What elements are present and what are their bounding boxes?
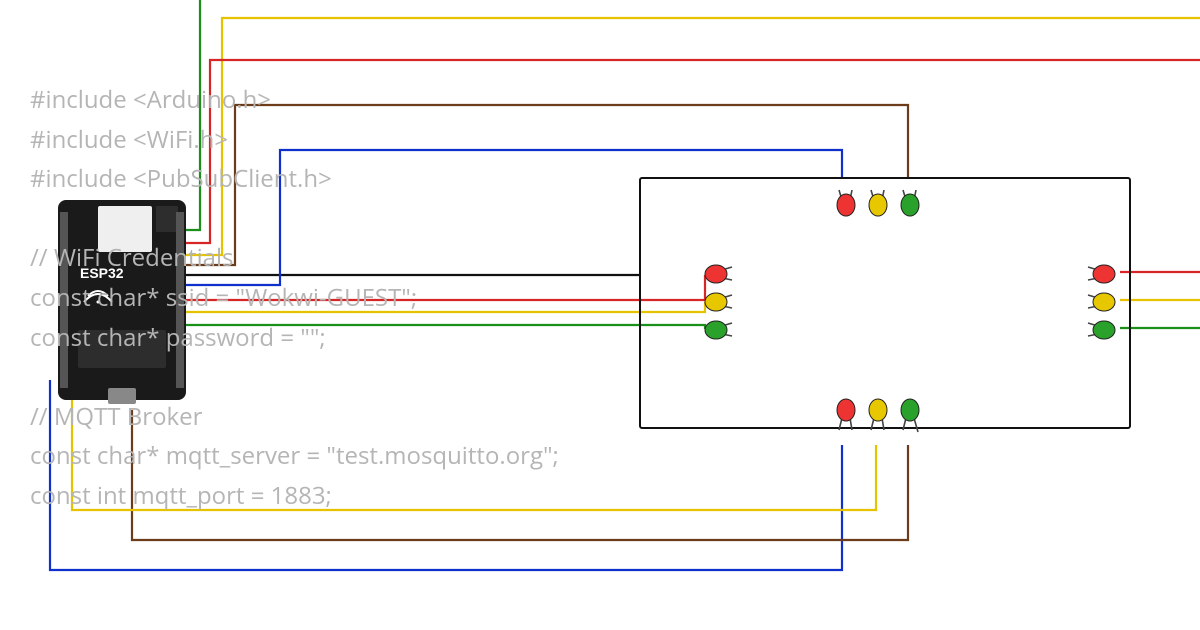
led-right-green[interactable] xyxy=(1088,321,1115,339)
schematic-canvas[interactable]: ESP32 xyxy=(0,0,1200,630)
led-top-green[interactable] xyxy=(901,190,919,216)
led-left-yellow[interactable] xyxy=(705,293,732,311)
led-left-green[interactable] xyxy=(705,321,732,339)
led-top-yellow[interactable] xyxy=(869,190,887,216)
esp32-board[interactable]: ESP32 xyxy=(58,200,186,404)
led-bottom-red[interactable] xyxy=(837,399,855,430)
led-left-red[interactable] xyxy=(705,265,732,283)
board-label: ESP32 xyxy=(80,265,124,281)
led-right-red[interactable] xyxy=(1088,265,1115,283)
led-bottom-yellow[interactable] xyxy=(869,399,887,430)
led-top-red[interactable] xyxy=(837,190,855,216)
wiring-svg: ESP32 xyxy=(0,0,1200,630)
led-right-yellow[interactable] xyxy=(1088,293,1115,311)
